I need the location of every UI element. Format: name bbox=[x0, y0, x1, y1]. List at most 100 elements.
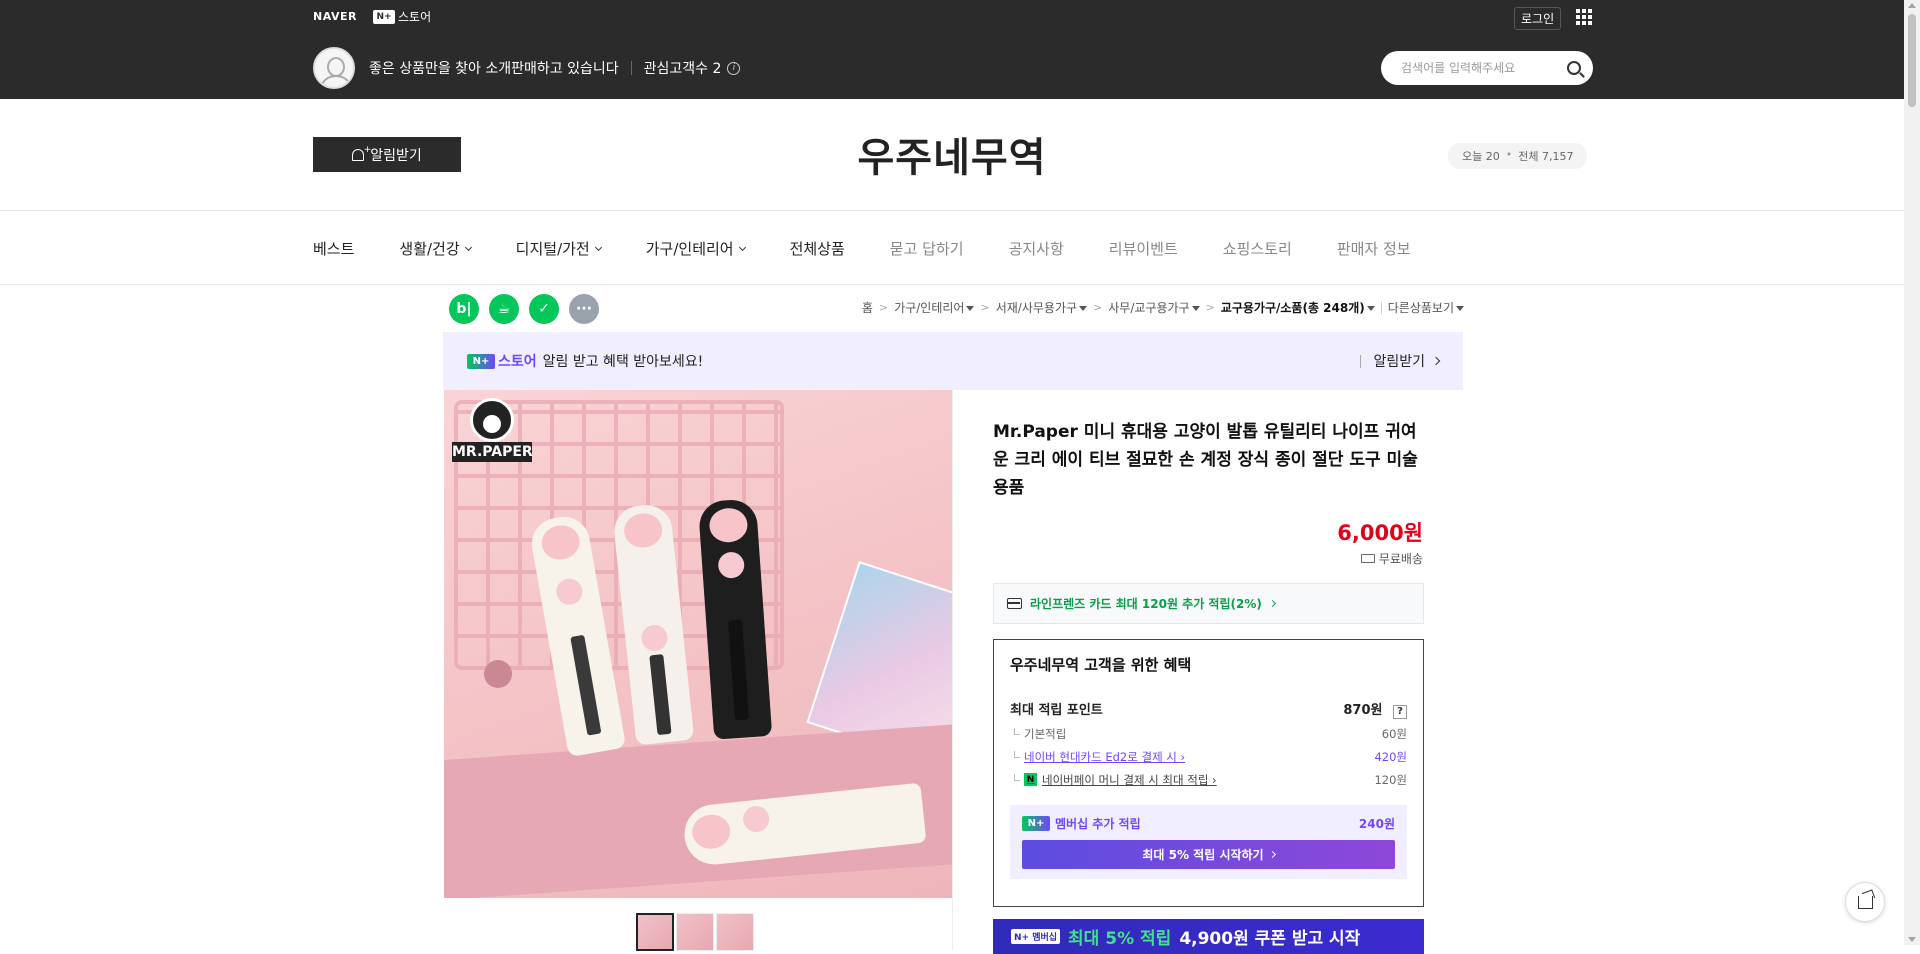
product-info-panel: Mr.Paper 미니 휴대용 고양이 발톱 유틸리티 나이프 귀여운 크리 에… bbox=[952, 390, 1463, 954]
scroll-down-arrow[interactable] bbox=[1908, 937, 1916, 942]
apps-grid-icon[interactable] bbox=[1576, 9, 1593, 26]
breadcrumb-separator: > bbox=[1205, 301, 1215, 314]
seller-description: 좋은 상품만을 찾아 소개판매하고 있습니다 bbox=[369, 61, 619, 77]
category-label: 전체상품 bbox=[789, 240, 845, 258]
nplus-badge: N+ bbox=[1022, 815, 1050, 831]
chevron-right-icon bbox=[1268, 599, 1276, 608]
chevron-right-icon bbox=[1431, 356, 1441, 366]
nplus-store-label: 스토어 bbox=[397, 10, 432, 24]
thumbnail-item[interactable] bbox=[716, 913, 754, 951]
category-item[interactable]: 가구/인테리어 bbox=[645, 238, 746, 259]
search-input[interactable] bbox=[1401, 61, 1567, 75]
chevron-down-icon bbox=[1191, 306, 1200, 311]
breadcrumb-separator: > bbox=[1093, 301, 1103, 314]
category-label: 공지사항 bbox=[1008, 240, 1064, 258]
breadcrumb-home[interactable]: 홈 bbox=[862, 299, 873, 316]
category-label: 묻고 답하기 bbox=[889, 240, 964, 258]
chevron-down-icon bbox=[1456, 306, 1464, 311]
benefit-box: 우주네무역 고객을 위한 혜택 최대 적립 포인트 870원 ? 기본적립 60… bbox=[993, 639, 1424, 907]
category-label: 리뷰이벤트 bbox=[1108, 240, 1178, 258]
breadcrumb-cat3[interactable]: 사무/교구용가구 bbox=[1108, 299, 1200, 316]
bookmark-share-icon[interactable]: ✓ bbox=[529, 294, 559, 324]
seller-info: 좋은 상품만을 찾아 소개판매하고 있습니다 관심고객수 2 i bbox=[313, 47, 741, 89]
divider bbox=[630, 61, 632, 75]
more-share-icon[interactable]: ··· bbox=[569, 294, 599, 324]
breadcrumb-cat2[interactable]: 서재/사무용가구 bbox=[996, 299, 1088, 316]
category-item[interactable]: 쇼핑스토리 bbox=[1223, 238, 1292, 259]
share-icons: b| ☕ ✓ ··· bbox=[449, 294, 599, 324]
npay-icon: N bbox=[1024, 773, 1037, 786]
category-item[interactable]: 전체상품 bbox=[790, 238, 845, 259]
breadcrumb-cat1[interactable]: 가구/인테리어 bbox=[894, 299, 975, 316]
category-item[interactable]: 베스트 bbox=[313, 238, 354, 259]
category-label: 가구/인테리어 bbox=[645, 240, 734, 258]
card-benefit-link[interactable]: 라인프렌즈 카드 최대 120원 추가 적립(2%) bbox=[993, 583, 1424, 624]
login-button[interactable]: 로그인 bbox=[1514, 7, 1562, 30]
promo-banner: N+ 스토어 알림 받고 혜택 받아보세요! 알림받기 bbox=[443, 332, 1463, 390]
floating-share-button[interactable] bbox=[1845, 882, 1885, 922]
category-label: 판매자 정보 bbox=[1336, 240, 1411, 258]
category-item[interactable]: 공지사항 bbox=[1009, 238, 1064, 259]
store-title[interactable]: 우주네무역 bbox=[0, 125, 1904, 183]
hyundai-card-link[interactable]: 네이버 현대카드 Ed2로 결제 시 › bbox=[1024, 749, 1185, 765]
nplus-badge: N+ bbox=[467, 353, 495, 369]
max-points-label: 최대 적립 포인트 bbox=[1010, 703, 1103, 719]
promo-text: 알림 받고 혜택 받아보세요! bbox=[542, 354, 704, 370]
other-products-link[interactable]: 다른상품보기 bbox=[1388, 299, 1464, 316]
category-list: 베스트 생활/건강 디지털/가전 가구/인테리어 전체상품 묻고 답하기 공지사항 리뷰이벤트… bbox=[313, 238, 1456, 259]
basket-wheel-graphic bbox=[484, 660, 512, 688]
truck-icon bbox=[1360, 554, 1375, 563]
membership-badge: N+ 멤버십 bbox=[1011, 929, 1061, 944]
store-header: 알림받기 우주네무역 오늘 20 • 전체 7,157 bbox=[0, 99, 1904, 211]
seller-avatar[interactable] bbox=[313, 47, 355, 89]
points-label: 기본적립 bbox=[1024, 726, 1067, 741]
category-label: 생활/건강 bbox=[399, 240, 460, 258]
scroll-thumb[interactable] bbox=[1908, 14, 1916, 107]
promo-alarm-button[interactable]: 알림받기 bbox=[1360, 351, 1441, 371]
category-item[interactable]: 생활/건강 bbox=[399, 238, 472, 259]
info-icon[interactable]: i bbox=[727, 61, 741, 75]
product-main-image[interactable]: MR.PAPER bbox=[444, 390, 952, 898]
scroll-up-arrow[interactable] bbox=[1908, 3, 1916, 8]
fans-label: 관심고객수 2 bbox=[643, 61, 722, 77]
help-icon[interactable]: ? bbox=[1393, 704, 1407, 719]
chevron-down-icon bbox=[1079, 306, 1088, 311]
membership-coupon-banner[interactable]: N+ 멤버십 최대 5% 적립 4,900원 쿠폰 받고 시작 bbox=[993, 919, 1424, 954]
naver-logo[interactable]: NAVER bbox=[313, 10, 357, 23]
share-icon bbox=[1857, 895, 1873, 909]
promo-alarm-label: 알림받기 bbox=[1373, 354, 1425, 370]
thumbnail-item[interactable] bbox=[636, 913, 674, 951]
category-item[interactable]: 묻고 답하기 bbox=[890, 238, 964, 259]
penguin-icon bbox=[470, 398, 514, 442]
blog-share-icon[interactable]: b| bbox=[449, 294, 479, 324]
scrollbar[interactable] bbox=[1904, 0, 1920, 945]
search-icon[interactable] bbox=[1567, 61, 1581, 75]
points-value: 60원 bbox=[1381, 726, 1407, 741]
dot-separator: • bbox=[1505, 148, 1513, 161]
cafe-share-icon[interactable]: ☕ bbox=[489, 294, 519, 324]
points-row-basic: 기본적립 60원 bbox=[1010, 726, 1407, 742]
breadcrumb: 홈 > 가구/인테리어 > 서재/사무용가구 > 사무/교구용가구 > 교구용가… bbox=[862, 299, 1464, 316]
chevron-down-icon bbox=[966, 306, 975, 311]
thumbnail-item[interactable] bbox=[676, 913, 714, 951]
category-label: 디지털/가전 bbox=[515, 240, 590, 258]
benefit-title: 우주네무역 고객을 위한 혜택 bbox=[1010, 656, 1192, 674]
category-item[interactable]: 리뷰이벤트 bbox=[1109, 238, 1178, 259]
nplus-store-link[interactable]: N+ 스토어 bbox=[372, 8, 432, 25]
banner-green-text: 최대 5% 적립 bbox=[1068, 929, 1172, 949]
max-points-row: 최대 적립 포인트 870원 ? bbox=[1010, 699, 1407, 719]
membership-value: 240원 bbox=[1358, 816, 1395, 831]
npay-money-link[interactable]: N 네이버페이 머니 결제 시 최대 적립 › bbox=[1024, 772, 1217, 788]
shipping-label: 무료배송 bbox=[1378, 552, 1423, 566]
visit-today: 오늘 20 bbox=[1462, 150, 1500, 163]
category-item[interactable]: 판매자 정보 bbox=[1337, 238, 1411, 259]
membership-start-button[interactable]: 최대 5% 적립 시작하기 bbox=[1022, 839, 1395, 869]
credit-card-icon bbox=[1007, 598, 1022, 609]
nplus-store-logo: N+ 스토어 bbox=[467, 351, 537, 371]
fans-count: 관심고객수 2 i bbox=[644, 58, 741, 78]
max-points-value-wrap: 870원 ? bbox=[1343, 699, 1407, 719]
category-item[interactable]: 디지털/가전 bbox=[515, 238, 602, 259]
points-value: 120원 bbox=[1374, 772, 1407, 787]
breadcrumb-cat4[interactable]: 교구용가구/소품(총 248개) bbox=[1221, 299, 1375, 316]
card-benefit-text: 라인프렌즈 카드 최대 120원 추가 적립(2%) bbox=[1030, 597, 1262, 611]
